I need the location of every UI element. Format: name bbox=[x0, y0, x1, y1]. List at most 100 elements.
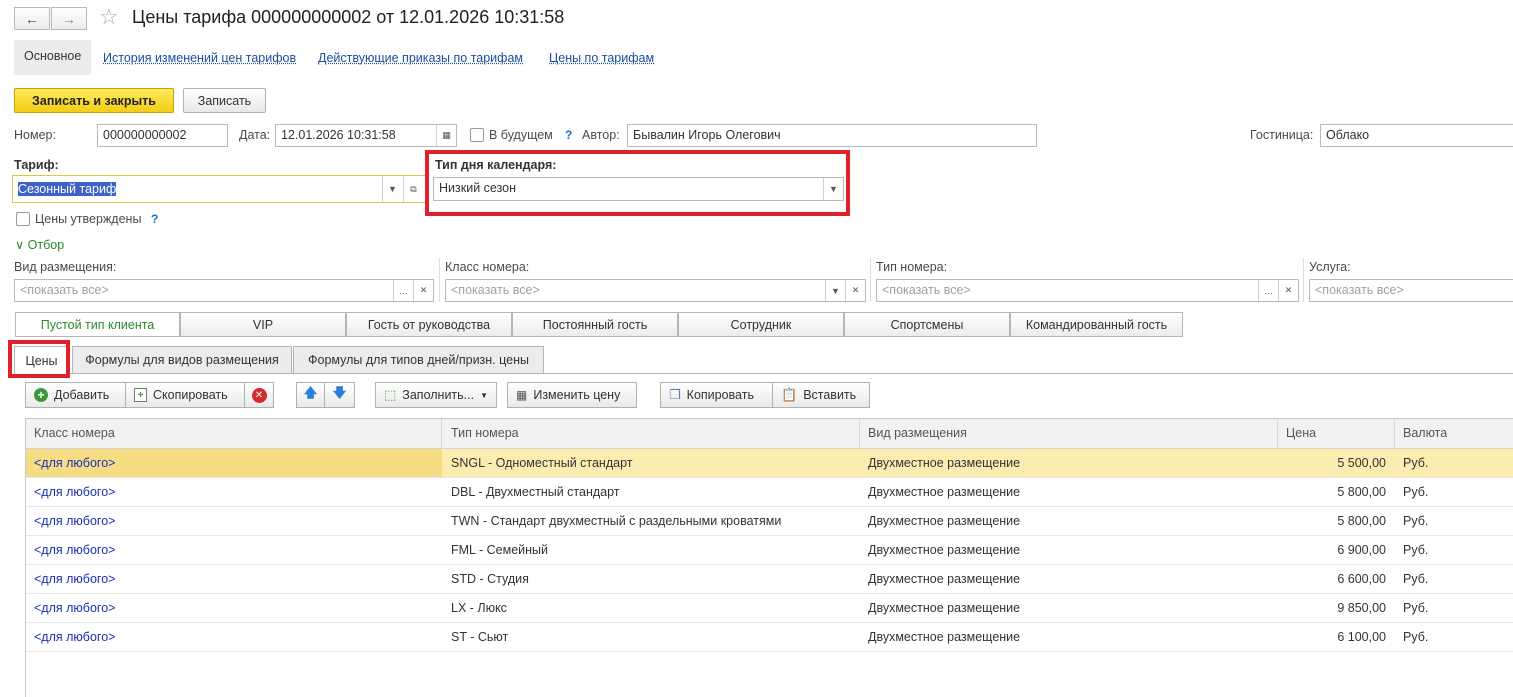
cell-room-class[interactable]: <для любого> bbox=[26, 478, 442, 506]
number-field[interactable]: 000000000002 bbox=[97, 124, 228, 147]
add-button[interactable]: + Добавить bbox=[25, 382, 126, 408]
cell-room-type[interactable]: DBL - Двухместный стандарт bbox=[443, 478, 860, 506]
star-icon[interactable]: ☆ bbox=[99, 4, 119, 30]
copy-row-button[interactable]: + Скопировать bbox=[125, 382, 245, 408]
client-type-athletes[interactable]: Спортсмены bbox=[844, 312, 1010, 337]
cell-placement[interactable]: Двухместное размещение bbox=[860, 623, 1278, 651]
filter-room-type-input[interactable]: <показать все> … ✕ bbox=[876, 279, 1299, 302]
cell-placement[interactable]: Двухместное размещение bbox=[860, 594, 1278, 622]
cell-price[interactable]: 5 800,00 bbox=[1278, 478, 1395, 506]
save-button[interactable]: Записать bbox=[183, 88, 266, 113]
open-icon[interactable]: ⧉ bbox=[403, 176, 423, 202]
client-type-vip[interactable]: VIP bbox=[180, 312, 346, 337]
tariff-field[interactable]: Сезонный тариф ▼ ⧉ bbox=[12, 175, 426, 203]
column-header-room-class[interactable]: Класс номера bbox=[26, 419, 442, 448]
cell-price[interactable]: 6 600,00 bbox=[1278, 565, 1395, 593]
column-header-room-type[interactable]: Тип номера bbox=[443, 419, 860, 448]
table-row[interactable]: <для любого> TWN - Стандарт двухместный с… bbox=[26, 507, 1513, 536]
cell-room-type[interactable]: SNGL - Одноместный стандарт bbox=[443, 449, 860, 477]
table-row[interactable]: <для любого> LX - Люкс Двухместное размеще… bbox=[26, 594, 1513, 623]
cell-price[interactable]: 9 850,00 bbox=[1278, 594, 1395, 622]
cell-currency[interactable]: Руб. bbox=[1395, 478, 1513, 506]
cell-currency[interactable]: Руб. bbox=[1395, 594, 1513, 622]
column-header-placement[interactable]: Вид размещения bbox=[860, 419, 1278, 448]
client-type-employee[interactable]: Сотрудник bbox=[678, 312, 844, 337]
tab-placement-formulas[interactable]: Формулы для видов размещения bbox=[72, 346, 292, 373]
cell-price[interactable]: 5 500,00 bbox=[1278, 449, 1395, 477]
cell-room-type[interactable]: LX - Люкс bbox=[443, 594, 860, 622]
table-header: Класс номера Тип номера Вид размещения Ц… bbox=[26, 419, 1513, 449]
move-down-button[interactable]: 🡇 bbox=[324, 382, 355, 408]
move-up-button[interactable]: 🡅 bbox=[296, 382, 325, 408]
tab-price-history[interactable]: История изменений цен тарифов bbox=[103, 51, 296, 65]
client-type-empty[interactable]: Пустой тип клиента bbox=[15, 312, 180, 337]
filter-toggle[interactable]: ∨ Отбор bbox=[15, 237, 64, 252]
prices-approved-help-icon[interactable]: ? bbox=[151, 212, 158, 226]
select-icon[interactable]: … bbox=[393, 280, 413, 301]
cell-room-type[interactable]: TWN - Стандарт двухместный с раздельными… bbox=[443, 507, 860, 535]
client-type-regular[interactable]: Постоянный гость bbox=[512, 312, 678, 337]
date-field[interactable]: 12.01.2026 10:31:58 ▦ bbox=[275, 124, 457, 147]
prices-approved-checkbox[interactable] bbox=[16, 212, 30, 226]
table-row[interactable]: <для любого> DBL - Двухместный стандарт Дв… bbox=[26, 478, 1513, 507]
cell-room-class[interactable]: <для любого> bbox=[26, 536, 442, 564]
clear-icon[interactable]: ✕ bbox=[1278, 280, 1298, 301]
cell-currency[interactable]: Руб. bbox=[1395, 565, 1513, 593]
arrow-left-icon: ← bbox=[25, 10, 39, 27]
column-header-currency[interactable]: Валюта bbox=[1395, 419, 1513, 448]
fill-button[interactable]: ⬚ Заполнить... ▼ bbox=[375, 382, 497, 408]
cell-currency[interactable]: Руб. bbox=[1395, 536, 1513, 564]
future-checkbox[interactable] bbox=[470, 128, 484, 142]
filter-room-class-input[interactable]: <показать все> ▼ ✕ bbox=[445, 279, 866, 302]
author-field[interactable]: Бывалин Игорь Олегович bbox=[627, 124, 1037, 147]
cell-room-class[interactable]: <для любого> bbox=[26, 507, 442, 535]
select-icon[interactable]: … bbox=[1258, 280, 1278, 301]
cell-price[interactable]: 6 100,00 bbox=[1278, 623, 1395, 651]
cell-price[interactable]: 5 800,00 bbox=[1278, 507, 1395, 535]
delete-button[interactable]: ✕ bbox=[244, 382, 274, 408]
table-row[interactable]: <для любого> FML - Семейный Двухместное ра… bbox=[26, 536, 1513, 565]
cell-room-type[interactable]: FML - Семейный bbox=[443, 536, 860, 564]
cell-placement[interactable]: Двухместное размещение bbox=[860, 565, 1278, 593]
filter-service-input[interactable]: <показать все> bbox=[1309, 279, 1513, 302]
cell-placement[interactable]: Двухместное размещение bbox=[860, 536, 1278, 564]
cell-placement[interactable]: Двухместное размещение bbox=[860, 449, 1278, 477]
clear-icon[interactable]: ✕ bbox=[413, 280, 433, 301]
chevron-down-icon[interactable]: ▼ bbox=[382, 176, 402, 202]
cell-room-type[interactable]: ST - Сьют bbox=[443, 623, 860, 651]
cell-room-class[interactable]: <для любого> bbox=[26, 565, 442, 593]
tab-daytype-formulas[interactable]: Формулы для типов дней/призн. цены bbox=[293, 346, 544, 373]
filter-placement-input[interactable]: <показать все> … ✕ bbox=[14, 279, 434, 302]
clear-icon[interactable]: ✕ bbox=[845, 280, 865, 301]
cell-currency[interactable]: Руб. bbox=[1395, 449, 1513, 477]
cell-placement[interactable]: Двухместное размещение bbox=[860, 507, 1278, 535]
cell-room-type[interactable]: STD - Студия bbox=[443, 565, 860, 593]
client-type-business[interactable]: Командированный гость bbox=[1010, 312, 1183, 337]
tab-active-orders[interactable]: Действующие приказы по тарифам bbox=[318, 51, 523, 65]
calendar-icon[interactable]: ▦ bbox=[436, 125, 456, 146]
tab-tariff-prices[interactable]: Цены по тарифам bbox=[549, 51, 654, 65]
back-button[interactable]: ← bbox=[14, 7, 50, 30]
cell-currency[interactable]: Руб. bbox=[1395, 623, 1513, 651]
forward-button[interactable]: → bbox=[51, 7, 87, 30]
cell-room-class[interactable]: <для любого> bbox=[26, 623, 442, 651]
tab-main[interactable]: Основное bbox=[14, 40, 92, 75]
client-type-management[interactable]: Гость от руководства bbox=[346, 312, 512, 337]
cell-placement[interactable]: Двухместное размещение bbox=[860, 478, 1278, 506]
cell-room-class[interactable]: <для любого> bbox=[26, 449, 442, 477]
cell-room-class[interactable]: <для любого> bbox=[26, 594, 442, 622]
table-row[interactable]: <для любого> ST - Сьют Двухместное размеще… bbox=[26, 623, 1513, 652]
column-header-price[interactable]: Цена bbox=[1278, 419, 1395, 448]
table-row[interactable]: <для любого> STD - Студия Двухместное разм… bbox=[26, 565, 1513, 594]
cell-currency[interactable]: Руб. bbox=[1395, 507, 1513, 535]
table-row[interactable]: <для любого> SNGL - Одноместный стандарт Д… bbox=[26, 449, 1513, 478]
save-and-close-button[interactable]: Записать и закрыть bbox=[14, 88, 174, 113]
future-help-icon[interactable]: ? bbox=[565, 128, 572, 142]
prices-table[interactable]: Класс номера Тип номера Вид размещения Ц… bbox=[25, 418, 1513, 697]
cell-price[interactable]: 6 900,00 bbox=[1278, 536, 1395, 564]
chevron-down-icon[interactable]: ▼ bbox=[825, 280, 845, 301]
change-price-button[interactable]: ▦ Изменить цену bbox=[507, 382, 637, 408]
copy-button[interactable]: ❐ Копировать bbox=[660, 382, 773, 408]
paste-button[interactable]: 📋 Вставить bbox=[772, 382, 870, 408]
hotel-field[interactable]: Облако bbox=[1320, 124, 1513, 147]
